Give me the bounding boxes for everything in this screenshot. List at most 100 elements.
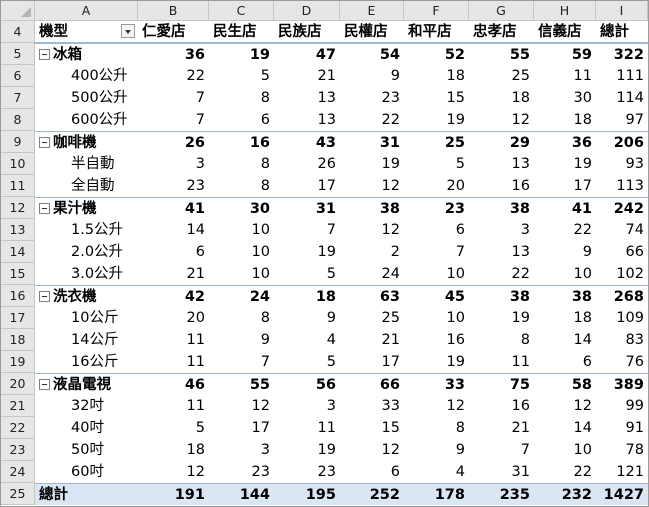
collapse-minus-icon[interactable] bbox=[39, 48, 50, 60]
value-cell[interactable]: 11 bbox=[534, 65, 596, 87]
value-cell[interactable]: 8 bbox=[469, 329, 534, 351]
value-cell[interactable]: 191 bbox=[138, 483, 209, 505]
value-cell[interactable]: 12 bbox=[404, 395, 469, 417]
value-cell[interactable]: 12 bbox=[138, 461, 209, 483]
value-cell[interactable]: 114 bbox=[596, 87, 648, 109]
value-cell[interactable]: 10 bbox=[209, 219, 274, 241]
row-header[interactable]: 12 bbox=[1, 197, 35, 219]
value-cell[interactable]: 206 bbox=[596, 131, 648, 153]
value-cell[interactable]: 11 bbox=[138, 351, 209, 373]
value-cell[interactable]: 17 bbox=[340, 351, 404, 373]
value-cell[interactable]: 93 bbox=[596, 153, 648, 175]
column-header-d[interactable]: D bbox=[274, 1, 340, 21]
value-cell[interactable]: 31 bbox=[274, 197, 340, 219]
select-all-corner[interactable] bbox=[1, 1, 35, 21]
value-cell[interactable]: 11 bbox=[469, 351, 534, 373]
collapse-minus-icon[interactable] bbox=[39, 136, 50, 148]
row-label-cell[interactable]: 16公斤 bbox=[35, 351, 138, 373]
value-cell[interactable]: 38 bbox=[469, 285, 534, 307]
value-cell[interactable]: 99 bbox=[596, 395, 648, 417]
value-cell[interactable]: 8 bbox=[209, 175, 274, 197]
value-cell[interactable]: 23 bbox=[404, 197, 469, 219]
value-cell[interactable]: 10 bbox=[209, 241, 274, 263]
collapse-minus-icon[interactable] bbox=[39, 378, 50, 390]
row-label-cell[interactable]: 液晶電視 bbox=[35, 373, 138, 395]
value-cell[interactable]: 74 bbox=[596, 219, 648, 241]
row-label-cell[interactable]: 50吋 bbox=[35, 439, 138, 461]
value-cell[interactable]: 19 bbox=[404, 109, 469, 131]
column-header-g[interactable]: G bbox=[469, 1, 534, 21]
value-cell[interactable]: 19 bbox=[404, 351, 469, 373]
value-cell[interactable]: 12 bbox=[340, 219, 404, 241]
value-cell[interactable]: 5 bbox=[209, 65, 274, 87]
value-cell[interactable]: 113 bbox=[596, 175, 648, 197]
value-cell[interactable]: 10 bbox=[534, 263, 596, 285]
value-cell[interactable]: 11 bbox=[138, 329, 209, 351]
value-cell[interactable]: 12 bbox=[534, 395, 596, 417]
value-cell[interactable]: 8 bbox=[404, 417, 469, 439]
value-cell[interactable]: 111 bbox=[596, 65, 648, 87]
value-cell[interactable]: 41 bbox=[534, 197, 596, 219]
value-cell[interactable]: 8 bbox=[209, 153, 274, 175]
row-header[interactable]: 14 bbox=[1, 241, 35, 263]
value-cell[interactable]: 22 bbox=[534, 219, 596, 241]
value-cell[interactable]: 195 bbox=[274, 483, 340, 505]
value-cell[interactable]: 10 bbox=[209, 263, 274, 285]
value-cell[interactable]: 23 bbox=[274, 461, 340, 483]
value-cell[interactable]: 38 bbox=[534, 285, 596, 307]
value-cell[interactable]: 29 bbox=[469, 131, 534, 153]
row-header[interactable]: 10 bbox=[1, 153, 35, 175]
row-header[interactable]: 9 bbox=[1, 131, 35, 153]
row-label-cell[interactable]: 總計 bbox=[35, 483, 138, 505]
value-cell[interactable]: 5 bbox=[274, 263, 340, 285]
value-cell[interactable]: 19 bbox=[274, 439, 340, 461]
value-cell[interactable]: 31 bbox=[340, 131, 404, 153]
value-cell[interactable]: 20 bbox=[138, 307, 209, 329]
value-cell[interactable]: 16 bbox=[404, 329, 469, 351]
value-cell[interactable]: 47 bbox=[274, 43, 340, 65]
value-cell[interactable]: 9 bbox=[209, 329, 274, 351]
column-header-a[interactable]: A bbox=[35, 1, 138, 21]
value-cell[interactable]: 16 bbox=[469, 175, 534, 197]
value-cell[interactable]: 3 bbox=[274, 395, 340, 417]
value-cell[interactable]: 235 bbox=[469, 483, 534, 505]
value-cell[interactable]: 17 bbox=[209, 417, 274, 439]
value-cell[interactable]: 36 bbox=[138, 43, 209, 65]
value-cell[interactable]: 21 bbox=[340, 329, 404, 351]
value-cell[interactable]: 18 bbox=[534, 307, 596, 329]
value-cell[interactable]: 20 bbox=[404, 175, 469, 197]
value-cell[interactable]: 25 bbox=[340, 307, 404, 329]
value-cell[interactable]: 21 bbox=[469, 417, 534, 439]
value-cell[interactable]: 6 bbox=[138, 241, 209, 263]
value-cell[interactable]: 46 bbox=[138, 373, 209, 395]
value-cell[interactable]: 33 bbox=[340, 395, 404, 417]
value-cell[interactable]: 59 bbox=[534, 43, 596, 65]
value-cell[interactable]: 13 bbox=[469, 153, 534, 175]
value-cell[interactable]: 42 bbox=[138, 285, 209, 307]
column-header-h[interactable]: H bbox=[534, 1, 596, 21]
value-cell[interactable]: 23 bbox=[138, 175, 209, 197]
row-label-cell[interactable]: 果汁機 bbox=[35, 197, 138, 219]
row-label-cell[interactable]: 3.0公升 bbox=[35, 263, 138, 285]
value-cell[interactable]: 10 bbox=[534, 439, 596, 461]
row-label-cell[interactable]: 半自動 bbox=[35, 153, 138, 175]
value-cell[interactable]: 6 bbox=[404, 219, 469, 241]
value-cell[interactable]: 97 bbox=[596, 109, 648, 131]
value-cell[interactable]: 9 bbox=[404, 439, 469, 461]
value-cell[interactable]: 13 bbox=[469, 241, 534, 263]
row-label-cell[interactable]: 咖啡機 bbox=[35, 131, 138, 153]
value-cell[interactable]: 52 bbox=[404, 43, 469, 65]
value-cell[interactable]: 31 bbox=[469, 461, 534, 483]
row-label-cell[interactable]: 1.5公升 bbox=[35, 219, 138, 241]
row-header[interactable]: 5 bbox=[1, 43, 35, 65]
row-header[interactable]: 20 bbox=[1, 373, 35, 395]
value-cell[interactable]: 14 bbox=[534, 417, 596, 439]
column-header-f[interactable]: F bbox=[404, 1, 469, 21]
value-cell[interactable]: 15 bbox=[404, 87, 469, 109]
value-cell[interactable]: 21 bbox=[274, 65, 340, 87]
value-cell[interactable]: 6 bbox=[534, 351, 596, 373]
value-cell[interactable]: 16 bbox=[209, 131, 274, 153]
value-cell[interactable]: 4 bbox=[274, 329, 340, 351]
value-cell[interactable]: 38 bbox=[340, 197, 404, 219]
row-header[interactable]: 6 bbox=[1, 65, 35, 87]
